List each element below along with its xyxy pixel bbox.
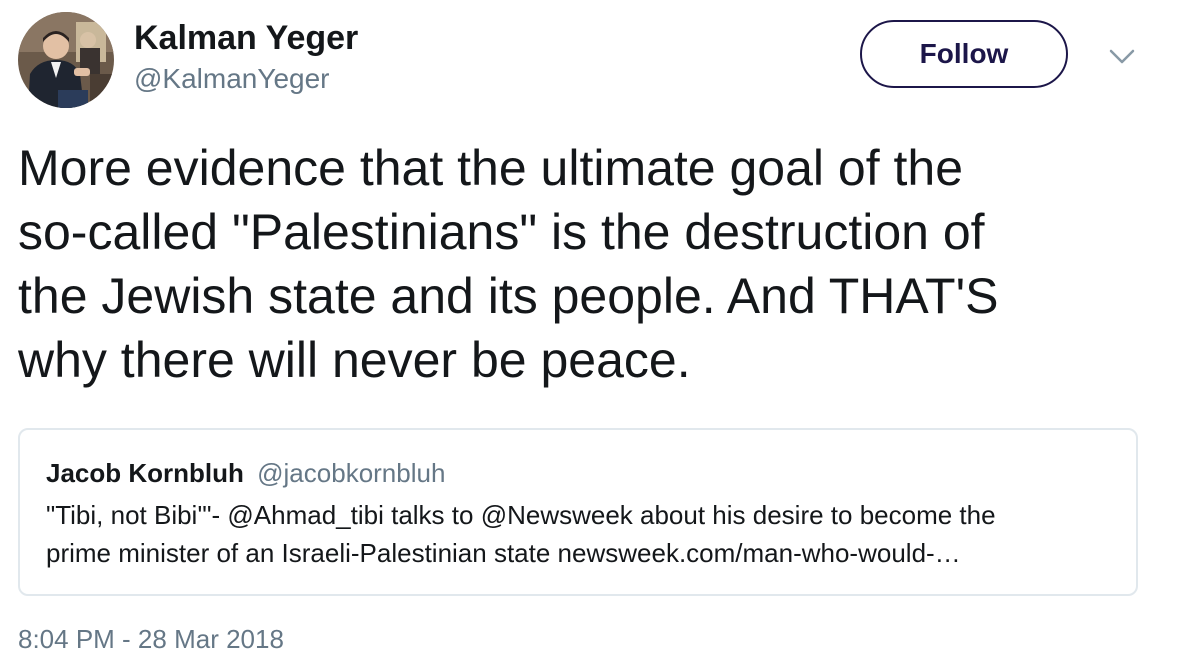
tweet-text: More evidence that the ultimate goal of … [18,136,1168,392]
avatar[interactable] [18,12,114,108]
quoted-tweet-header: Jacob Kornbluh @jacobkornbluh [46,456,445,490]
quoted-text-line: prime minister of an Israeli-Palestinian… [46,538,961,568]
tweet-text-line: so-called "Palestinians" is the destruct… [18,204,985,260]
quoted-tweet-text: "Tibi, not Bibi'"- @Ahmad_tibi talks to … [46,496,1116,572]
tweet-text-line: the Jewish state and its people. And THA… [18,268,999,324]
tweet-text-line: why there will never be peace. [18,332,691,388]
quoted-author-name: Jacob Kornbluh [46,458,244,488]
author-name[interactable]: Kalman Yeger [134,16,358,60]
quoted-author-handle: @jacobkornbluh [257,458,446,488]
quoted-text-line: "Tibi, not Bibi'"- @Ahmad_tibi talks to … [46,500,996,530]
tweet-text-line: More evidence that the ultimate goal of … [18,140,964,196]
author-handle[interactable]: @KalmanYeger [134,62,330,96]
chevron-down-icon[interactable] [1106,44,1138,68]
tweet: Kalman Yeger @KalmanYeger Follow More ev… [0,0,1182,664]
follow-button[interactable]: Follow [860,20,1068,88]
profile-photo-icon [18,12,114,108]
tweet-timestamp[interactable]: 8:04 PM - 28 Mar 2018 [18,622,284,656]
quoted-tweet-card[interactable]: Jacob Kornbluh @jacobkornbluh "Tibi, not… [18,428,1138,596]
